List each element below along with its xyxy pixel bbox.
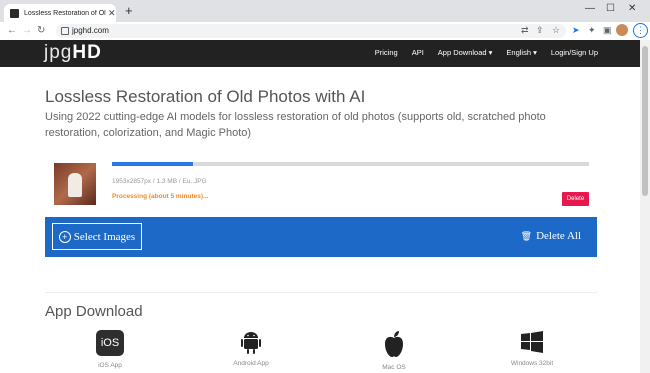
browser-menu-icon[interactable]: ⋮ — [633, 23, 648, 38]
app-windows[interactable]: Windows 32bit — [510, 330, 554, 367]
app-macos[interactable]: Mac OS — [378, 330, 410, 371]
page-scrollbar[interactable] — [640, 40, 650, 373]
new-tab-button[interactable]: + — [125, 4, 133, 18]
trash-icon: 🗑 — [520, 230, 533, 241]
browser-tab[interactable]: Lossless Restoration of Old Photo ✕ — [4, 4, 116, 22]
file-meta: 1953x2857px / 1.3 MB / Eu..JPG — [112, 178, 207, 185]
app-label: Mac OS — [382, 364, 406, 371]
browser-tabbar: Lossless Restoration of Old Photo ✕ + — … — [0, 0, 650, 22]
plus-circle-icon: + — [58, 230, 71, 243]
upload-actions-bar: + Select Images 🗑 Delete All — [45, 217, 597, 257]
browser-toolbar: ← → ↻ jpghd.com ⇄ ⇪ ☆ ➤ ✦ ▣ — [0, 22, 650, 41]
android-icon — [241, 332, 261, 354]
minimize-icon[interactable]: — — [585, 3, 595, 14]
nav-pricing[interactable]: Pricing — [375, 48, 398, 57]
url-text: jpghd.com — [72, 26, 109, 35]
forward-icon[interactable]: → — [22, 25, 32, 36]
sidepanel-icon[interactable]: ▣ — [603, 25, 612, 36]
scrollbar-thumb[interactable] — [642, 46, 648, 196]
nav-login[interactable]: Login/Sign Up — [551, 48, 598, 57]
extension-pin-icon[interactable]: ➤ — [572, 25, 580, 36]
page-title: Lossless Restoration of Old Photos with … — [45, 87, 366, 106]
site-header: jpgHD Pricing API App Download ▾ English… — [0, 40, 640, 67]
ios-icon: iOS — [96, 330, 124, 356]
reload-icon[interactable]: ↻ — [37, 25, 45, 36]
upload-item: 1953x2857px / 1.3 MB / Eu..JPG Processin… — [46, 155, 596, 215]
nav-app-download[interactable]: App Download ▾ — [438, 48, 493, 57]
tab-title: Lossless Restoration of Old Photo — [24, 9, 106, 17]
nav-links: Pricing API App Download ▾ English ▾ Log… — [375, 48, 598, 57]
app-android[interactable]: Android App — [228, 330, 274, 367]
progress-fill — [112, 162, 194, 166]
progress-bar — [112, 162, 589, 166]
tab-close-icon[interactable]: ✕ — [108, 8, 116, 19]
page-subtitle: Using 2022 cutting-edge AI models for lo… — [45, 111, 546, 139]
delete-all-button[interactable]: 🗑 Delete All — [521, 230, 581, 242]
delete-all-label: Delete All — [536, 230, 581, 242]
app-label: Windows 32bit — [510, 360, 554, 367]
maximize-icon[interactable]: ☐ — [606, 3, 615, 14]
nav-api[interactable]: API — [412, 48, 424, 57]
processing-status: Processing (about 5 minutes)... — [112, 193, 209, 200]
app-label: iOS App — [98, 362, 122, 369]
profile-avatar[interactable] — [616, 24, 628, 36]
star-icon[interactable]: ☆ — [552, 25, 560, 36]
windows-icon — [521, 331, 543, 353]
app-download-heading: App Download — [45, 303, 143, 320]
nav-language[interactable]: English ▾ — [506, 48, 536, 57]
app-label: Android App — [233, 360, 269, 367]
window-close-icon[interactable]: ✕ — [628, 3, 636, 14]
photo-thumbnail — [54, 163, 96, 205]
site-logo[interactable]: jpgHD — [44, 42, 102, 64]
lock-icon — [61, 27, 69, 35]
address-bar[interactable]: jpghd.com — [56, 24, 566, 38]
apple-icon — [385, 331, 403, 357]
select-images-button[interactable]: + Select Images — [52, 223, 142, 250]
favicon-icon — [10, 8, 19, 18]
delete-button[interactable]: Delete — [562, 192, 589, 206]
share-icon[interactable]: ⇪ — [536, 25, 544, 36]
translate-icon[interactable]: ⇄ — [521, 25, 529, 36]
select-images-label: Select Images — [73, 230, 136, 243]
section-divider — [45, 292, 597, 293]
app-ios[interactable]: iOS iOS App — [93, 330, 127, 369]
back-icon[interactable]: ← — [7, 25, 17, 36]
extensions-icon[interactable]: ✦ — [588, 25, 596, 36]
